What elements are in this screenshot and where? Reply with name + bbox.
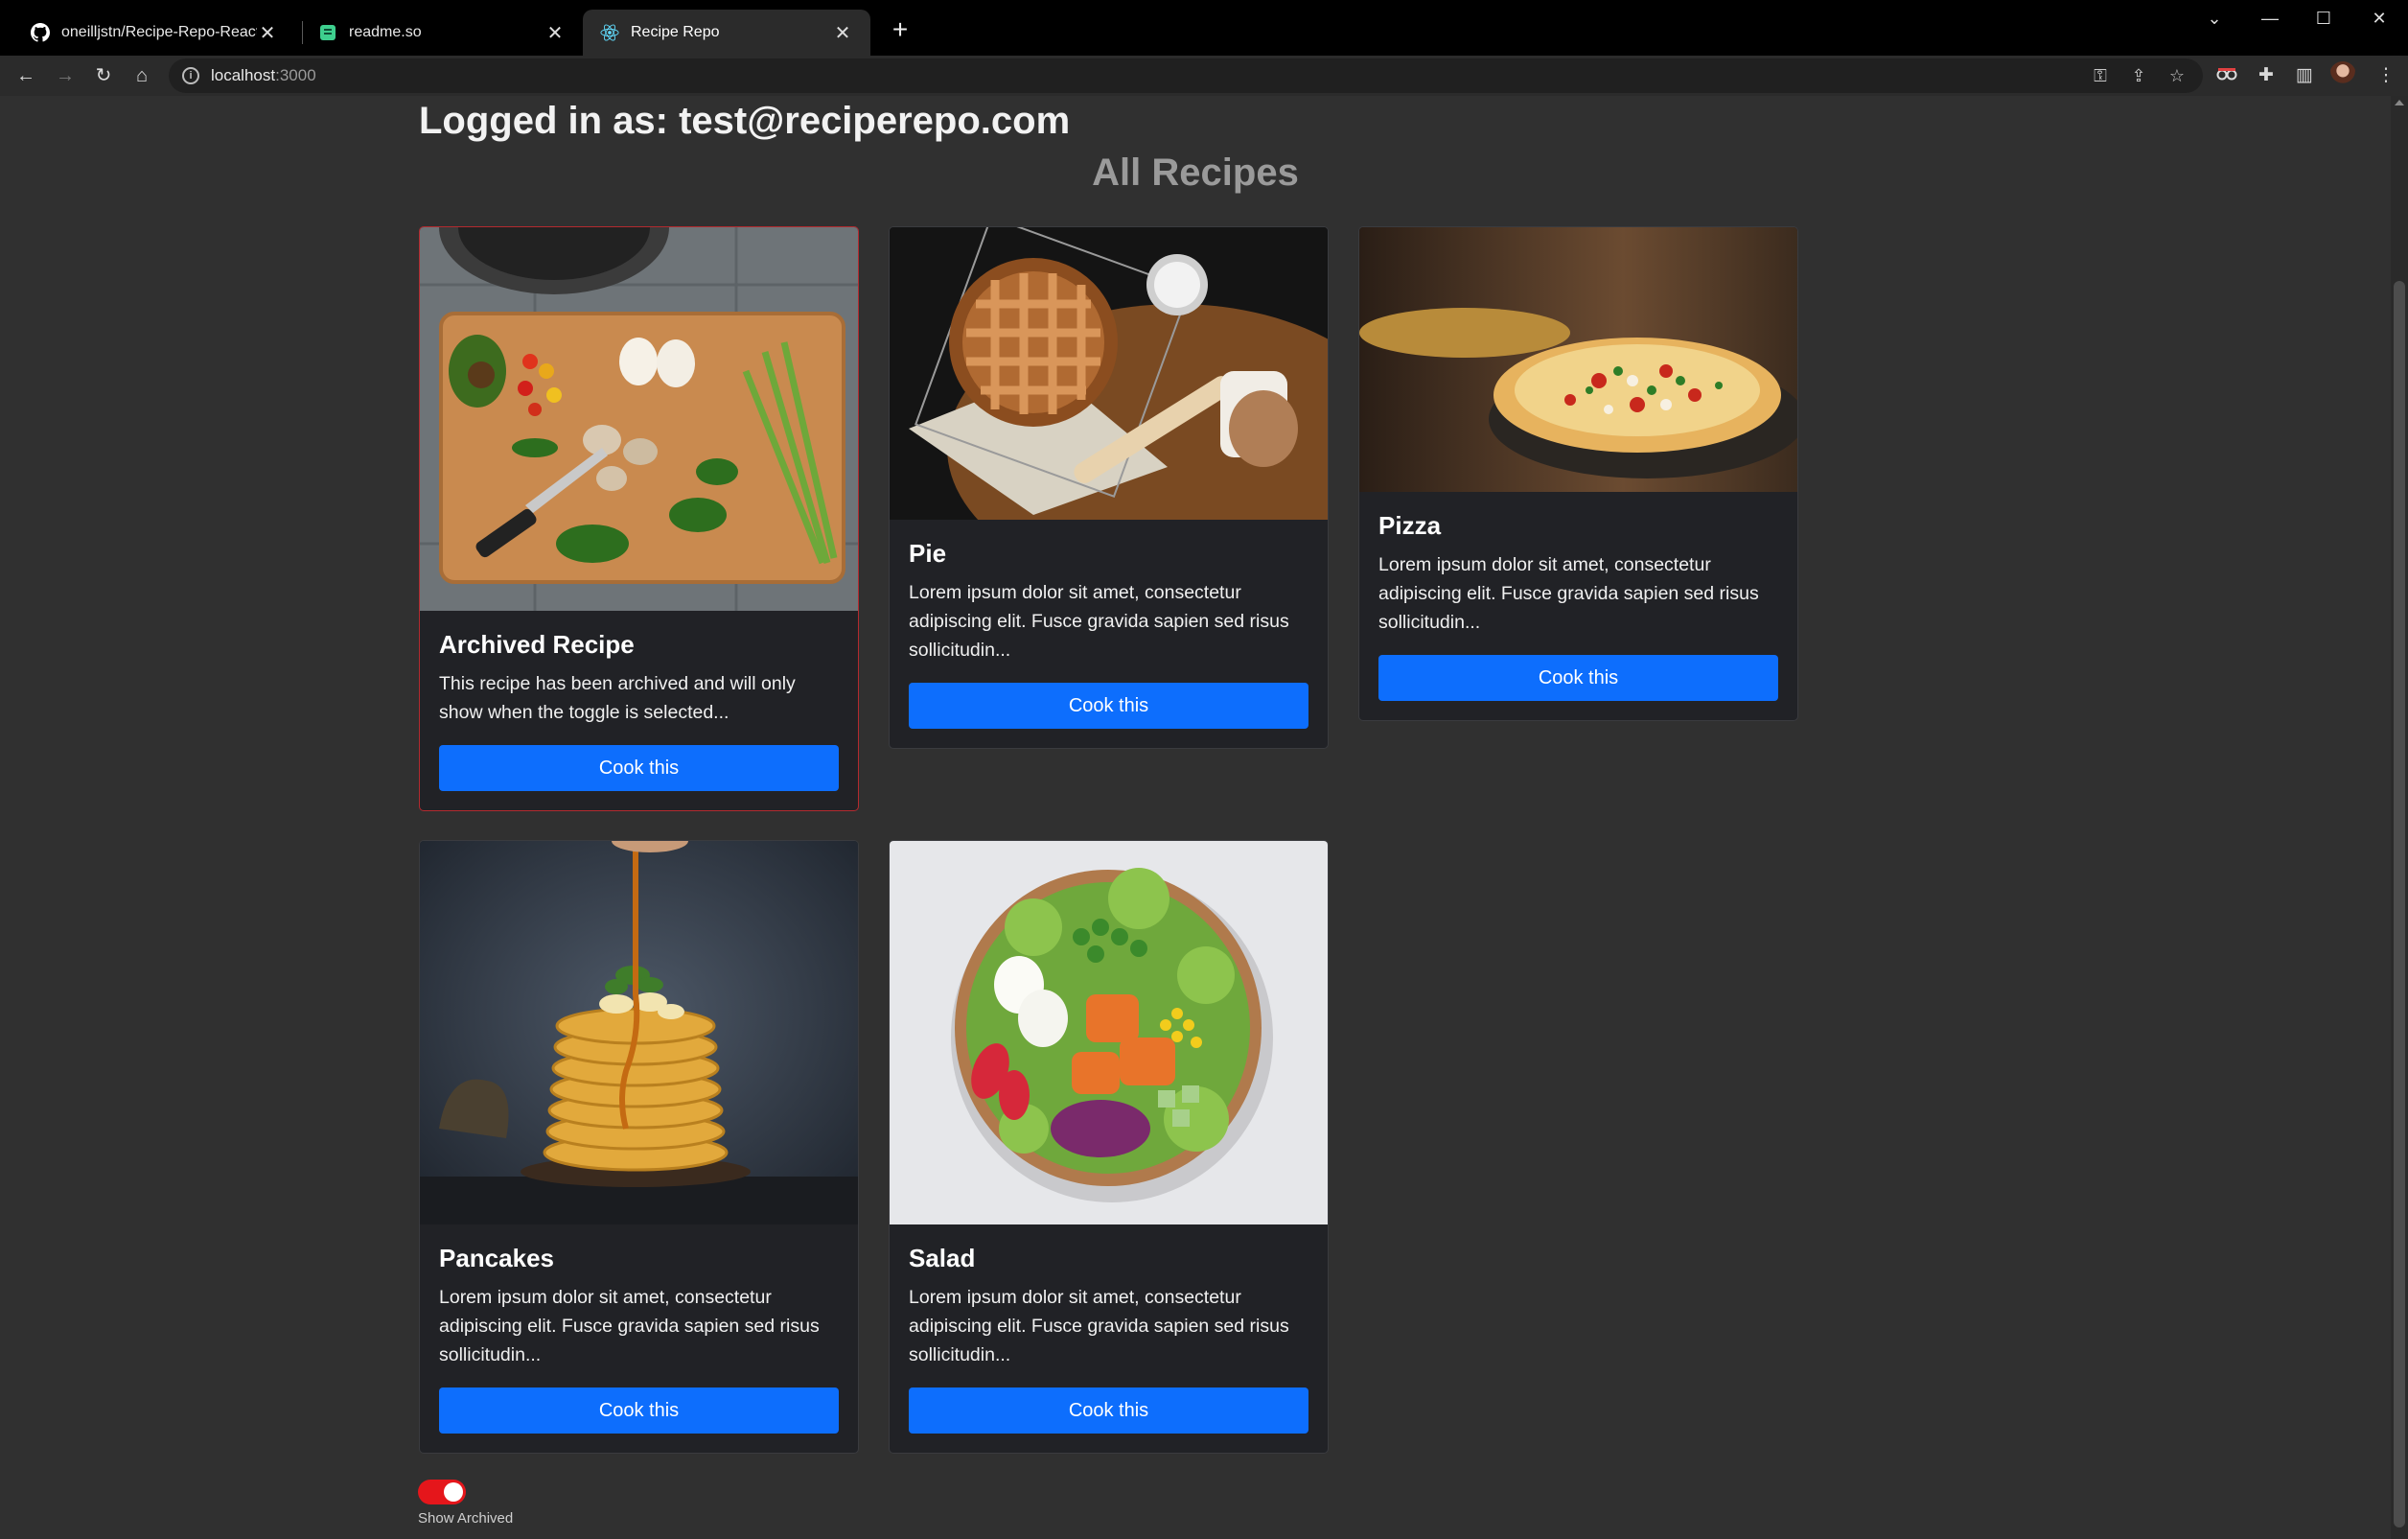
recipe-image-pancakes [420,841,858,1224]
close-icon[interactable]: ✕ [257,21,278,45]
recipe-description: Lorem ipsum dolor sit amet, consectetur … [909,1287,1289,1365]
reload-button[interactable]: ↻ [89,61,118,90]
cook-this-button[interactable]: Cook this [1378,655,1778,701]
cook-this-button[interactable]: Cook this [909,1387,1308,1434]
new-tab-button[interactable]: + [883,13,917,48]
maximize-button[interactable]: ☐ [2297,0,2350,38]
tab-title: oneilljstn/Recipe-Repo-React [61,24,257,40]
react-icon [600,23,619,42]
key-icon[interactable]: ⚿ [2088,63,2113,88]
tab-readme[interactable]: readme.so ✕ [301,10,583,56]
tab-title: readme.so [349,24,422,40]
chevron-down-icon[interactable]: ⌄ [2188,0,2241,38]
page-title: All Recipes [1092,152,1299,194]
readme-icon [318,23,337,42]
recipe-image-pizza [1359,227,1797,492]
close-icon[interactable]: ✕ [832,21,853,45]
scrollbar-thumb[interactable] [2394,281,2405,1527]
recipe-card-archived: Archived Recipe This recipe has been arc… [419,226,859,811]
recipe-card-salad: Salad Lorem ipsum dolor sit amet, consec… [889,840,1329,1454]
recipe-title: Archived Recipe [439,630,635,659]
home-button[interactable]: ⌂ [127,61,156,90]
url-host: localhost [211,66,276,84]
recipe-image-archived [420,227,858,611]
toggle-knob [444,1482,463,1502]
info-icon[interactable]: i [182,67,199,84]
recipe-title: Salad [909,1244,976,1272]
address-url: localhost:3000 [211,66,316,85]
recipe-title: Pancakes [439,1244,554,1272]
cook-this-button[interactable]: Cook this [439,745,839,791]
close-window-button[interactable]: ✕ [2352,0,2406,38]
browser-toolbar: ← → ↻ ⌂ i localhost:3000 ⚿ ⇪ ☆ ✚ ▥ ⋮ [0,56,2408,96]
close-icon[interactable]: ✕ [544,21,566,45]
recipe-card-pie: Pie Lorem ipsum dolor sit amet, consecte… [889,226,1329,749]
recipe-description: This recipe has been archived and will o… [439,673,796,723]
scroll-up-icon[interactable] [2395,100,2404,105]
tab-github[interactable]: oneilljstn/Recipe-Repo-React ✕ [13,10,295,56]
tab-title: Recipe Repo [631,24,720,40]
recipe-title: Pizza [1378,511,1442,540]
recipe-description: Lorem ipsum dolor sit amet, consectetur … [1378,554,1759,633]
recipe-card-pancakes: Pancakes Lorem ipsum dolor sit amet, con… [419,840,859,1454]
forward-button[interactable]: → [51,61,80,90]
page-viewport: Logged in as: test@reciperepo.com All Re… [0,96,2408,1539]
back-button[interactable]: ← [12,61,40,90]
recipe-description: Lorem ipsum dolor sit amet, consectetur … [909,582,1289,661]
toggle-label: Show Archived [418,1510,514,1527]
cook-this-button[interactable]: Cook this [909,683,1308,729]
puzzle-icon[interactable]: ✚ [2252,61,2281,90]
recipe-description: Lorem ipsum dolor sit amet, consectetur … [439,1287,820,1365]
show-archived-toggle[interactable] [418,1480,466,1504]
address-bar[interactable]: i localhost:3000 ⚿ ⇪ ☆ [169,58,2203,93]
menu-icon[interactable]: ⋮ [2372,61,2400,90]
share-icon[interactable]: ⇪ [2126,63,2151,88]
recipe-image-salad [890,841,1328,1224]
avatar[interactable] [2329,61,2356,88]
github-icon [31,23,50,42]
extension-glasses-icon[interactable] [2212,61,2241,90]
side-panel-icon[interactable]: ▥ [2290,61,2319,90]
recipe-image-pie [890,227,1328,520]
scrollbar[interactable] [2391,96,2408,1539]
star-icon[interactable]: ☆ [2165,63,2189,88]
url-port: :3000 [275,66,316,84]
recipe-title: Pie [909,539,947,568]
minimize-button[interactable]: — [2243,0,2297,38]
recipe-card-pizza: Pizza Lorem ipsum dolor sit amet, consec… [1358,226,1798,721]
cook-this-button[interactable]: Cook this [439,1387,839,1434]
tab-strip: oneilljstn/Recipe-Repo-React ✕ readme.so… [0,0,2408,56]
logged-in-text: Logged in as: test@reciperepo.com [419,100,1071,142]
tab-recipe-repo[interactable]: Recipe Repo ✕ [583,10,870,56]
